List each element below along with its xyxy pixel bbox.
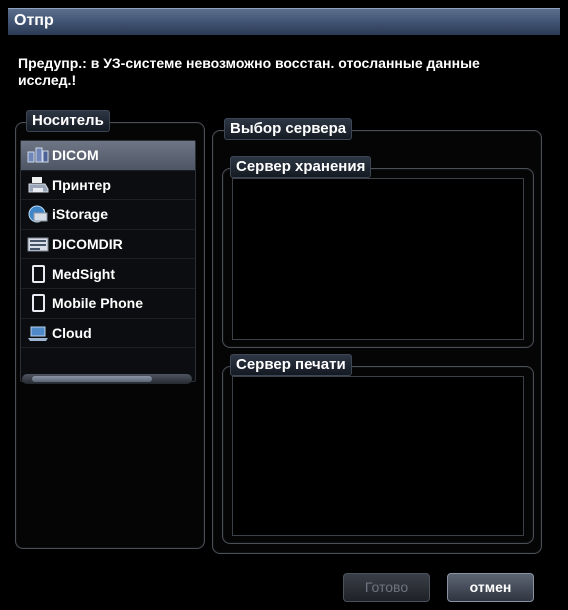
mobile-phone-icon [25, 293, 51, 313]
media-item-label: Mobile Phone [52, 295, 143, 312]
media-item-label: iStorage [52, 206, 109, 223]
print-server-legend: Сервер печати [230, 354, 352, 376]
dialog-title: Отпр [14, 12, 54, 29]
media-item-label: Cloud [52, 324, 92, 341]
media-list-scrollbar[interactable] [22, 374, 192, 384]
istorage-icon [25, 204, 51, 224]
storage-server-legend: Сервер хранения [230, 156, 372, 178]
dialog-titlebar: Отпр [8, 8, 560, 35]
server-select-legend: Выбор сервера [224, 118, 353, 140]
done-button[interactable]: Готово [343, 573, 430, 602]
media-item-label: MedSight [52, 265, 115, 282]
send-dialog: Отпр Предупр.: в УЗ-системе невозможно в… [0, 0, 568, 610]
storage-server-list[interactable] [232, 178, 524, 340]
cancel-button[interactable]: отмен [447, 573, 534, 602]
media-item-label: Принтер [52, 176, 111, 193]
printer-icon [25, 175, 51, 195]
media-list[interactable]: DICOM Принтер iStorage DICOMDIR MedSight… [20, 140, 196, 382]
media-item-cloud[interactable]: Cloud [21, 319, 195, 349]
media-item-istorage[interactable]: iStorage [21, 200, 195, 230]
media-item-dicomdir[interactable]: DICOMDIR [21, 230, 195, 260]
dicom-network-icon [25, 145, 51, 165]
dicomdir-icon [25, 234, 51, 254]
mobile-device-icon [25, 264, 51, 284]
media-item-label: DICOMDIR [52, 236, 123, 253]
scrollbar-thumb[interactable] [32, 376, 152, 382]
media-item-medsight[interactable]: MedSight [21, 259, 195, 289]
print-server-list[interactable] [232, 376, 524, 536]
media-item-mobile-phone[interactable]: Mobile Phone [21, 289, 195, 319]
media-item-label: DICOM [52, 147, 99, 164]
warning-message: Предупр.: в УЗ-системе невозможно восста… [18, 55, 480, 88]
media-item-printer[interactable]: Принтер [21, 171, 195, 201]
media-legend: Носитель [26, 110, 110, 132]
media-item-dicom[interactable]: DICOM [21, 141, 195, 171]
cloud-laptop-icon [25, 323, 51, 343]
